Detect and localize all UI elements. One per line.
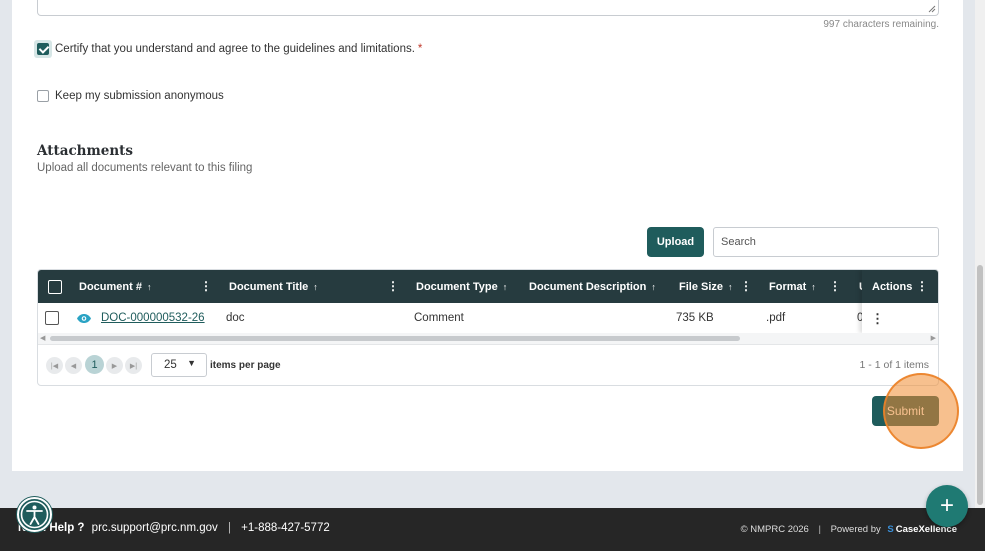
items-per-page-label: items per page	[210, 360, 281, 371]
certify-label: Certify that you understand and agree to…	[55, 43, 423, 55]
column-menu-icon[interactable]: ⋮	[740, 279, 752, 294]
comment-textarea[interactable]	[37, 0, 939, 16]
next-page-icon[interactable]: ▶	[106, 357, 123, 374]
upload-button[interactable]: Upload	[647, 227, 704, 257]
sort-arrow-icon: ↑	[728, 281, 733, 292]
attachments-subheading: Upload all documents relevant to this fi…	[37, 162, 253, 174]
row-actions-menu-icon[interactable]: ⋮	[871, 311, 884, 327]
scroll-left-icon[interactable]: ◀	[40, 334, 45, 342]
sort-arrow-icon: ↑	[811, 281, 816, 292]
horizontal-scrollbar[interactable]: ◀ ▶	[38, 333, 938, 344]
column-header-document-description[interactable]: Document Description ↑	[529, 270, 656, 303]
column-header-actions: Actions ⋮	[862, 270, 938, 303]
first-page-icon[interactable]: |◀	[46, 357, 63, 374]
document-number-link[interactable]: DOC-000000532-26	[101, 303, 205, 333]
submit-button[interactable]: Submit	[872, 396, 939, 426]
support-email-link[interactable]: prc.support@prc.nm.gov	[92, 522, 218, 534]
pager: |◀ ◀ 1 ▶ ▶| 25 ▼ items per page 1 - 1 of …	[38, 344, 938, 385]
copyright: © NMPRC 2026	[740, 524, 809, 535]
table-row: DOC-000000532-26 doc Comment 735 KB .pdf…	[38, 303, 938, 333]
footer-help: Need Help ? prc.support@prc.nm.gov | +1-…	[18, 522, 330, 534]
sort-arrow-icon: ↑	[313, 281, 318, 292]
footer-credits: © NMPRC 2026 | Powered by S CaseXellence	[741, 524, 957, 535]
support-phone-link[interactable]: +1-888-427-5772	[241, 522, 330, 534]
anonymous-label: Keep my submission anonymous	[55, 90, 224, 102]
last-page-icon[interactable]: ▶|	[125, 357, 142, 374]
divider: |	[818, 524, 821, 535]
view-eye-icon[interactable]	[76, 303, 92, 333]
scroll-thumb[interactable]	[50, 336, 740, 341]
page-size-select[interactable]: 25 ▼	[151, 353, 207, 377]
attachments-heading: Attachments	[37, 143, 134, 159]
certify-checkbox[interactable]	[37, 43, 49, 55]
anonymous-checkbox[interactable]	[37, 90, 49, 102]
column-header-document-title[interactable]: Document Title ↑	[229, 270, 318, 303]
scroll-right-icon[interactable]: ▶	[931, 334, 936, 342]
sort-arrow-icon: ↑	[146, 281, 152, 292]
row-checkbox[interactable]	[45, 311, 59, 325]
search-input[interactable]	[713, 227, 939, 257]
sort-arrow-icon: ↑	[651, 281, 656, 292]
plus-icon: +	[939, 492, 954, 519]
column-header-format[interactable]: Format ↑	[769, 270, 816, 303]
footer: Need Help ? prc.support@prc.nm.gov | +1-…	[0, 508, 985, 551]
column-menu-icon[interactable]: ⋮	[916, 279, 928, 294]
attachments-grid: Document # ↑ ⋮ Document Title ↑ ⋮ Document…	[37, 269, 939, 386]
column-menu-icon[interactable]: ⋮	[387, 279, 399, 294]
column-header-document-number[interactable]: Document # ↑	[79, 270, 151, 303]
previous-page-icon[interactable]: ◀	[65, 357, 82, 374]
actions-column: Actions ⋮ ⋮	[862, 270, 938, 333]
file-size: 735 KB	[676, 312, 714, 324]
accessibility-button[interactable]	[17, 497, 52, 532]
accessibility-icon	[20, 500, 49, 529]
add-fab-button[interactable]: +	[926, 485, 968, 527]
select-all-checkbox[interactable]	[48, 280, 62, 294]
divider: |	[227, 522, 231, 534]
powered-by-label: Powered by	[830, 524, 881, 535]
required-marker: *	[417, 43, 423, 55]
characters-remaining: 997 characters remaining.	[823, 19, 939, 30]
column-header-file-size[interactable]: File Size ↑	[679, 270, 733, 303]
column-menu-icon[interactable]: ⋮	[829, 279, 841, 294]
pager-info: 1 - 1 of 1 items	[859, 359, 929, 371]
casexellence-logo-icon: S	[887, 524, 894, 535]
column-header-document-type[interactable]: Document Type ↑	[416, 270, 507, 303]
chevron-down-icon: ▼	[187, 358, 196, 368]
page-scroll-thumb[interactable]	[977, 265, 983, 505]
sort-arrow-icon: ↑	[502, 281, 508, 292]
grid-header: Document # ↑ ⋮ Document Title ↑ ⋮ Document…	[38, 270, 938, 303]
current-page-button[interactable]: 1	[85, 355, 104, 374]
page-scrollbar[interactable]	[975, 0, 985, 508]
document-title: doc	[226, 312, 245, 324]
resize-grip-icon[interactable]	[928, 5, 936, 13]
column-menu-icon[interactable]: ⋮	[200, 279, 212, 294]
document-type: Comment	[414, 312, 464, 324]
format: .pdf	[766, 312, 786, 324]
